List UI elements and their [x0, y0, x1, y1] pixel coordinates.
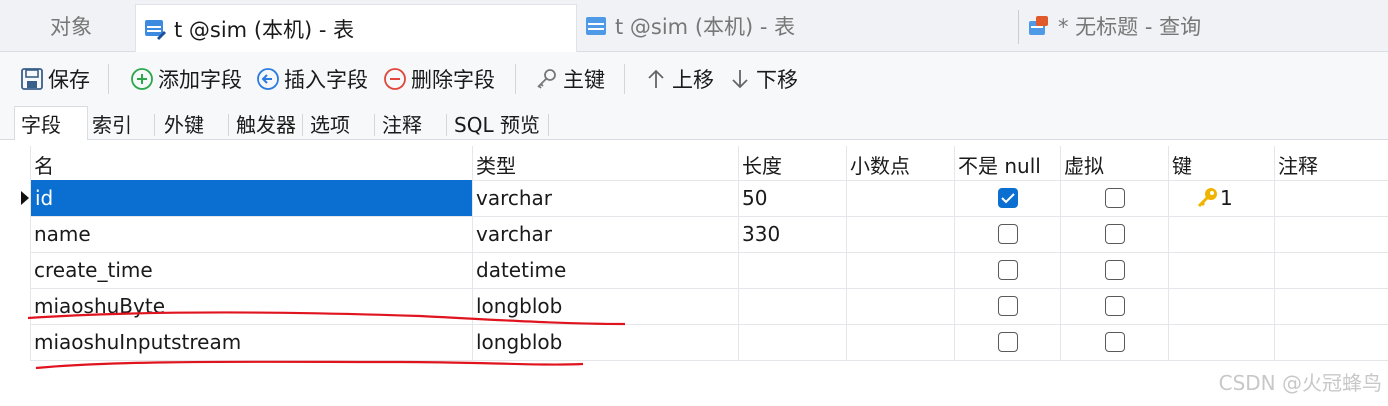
toolbar-divider — [108, 64, 109, 94]
add-field-button[interactable]: 添加字段 — [130, 66, 242, 92]
move-down-button[interactable]: 下移 — [728, 66, 798, 92]
table-icon — [586, 17, 606, 35]
tab-separator — [228, 114, 229, 136]
arrow-down-icon — [732, 70, 748, 89]
delete-field-button[interactable]: 删除字段 — [383, 66, 495, 92]
tab-triggers[interactable]: 触发器 — [230, 106, 296, 140]
save-button[interactable]: 保存 — [20, 66, 90, 92]
tab-separator — [374, 114, 375, 136]
toolbar-divider — [515, 64, 516, 94]
insert-field-button[interactable]: 插入字段 — [256, 66, 368, 92]
save-icon — [21, 68, 43, 90]
key-icon — [537, 69, 556, 89]
tab-objects[interactable]: 对象 — [50, 4, 92, 48]
tab-query[interactable]: * 无标题 - 查询 — [1028, 4, 1201, 48]
tab-separator — [1018, 10, 1019, 44]
toolbar: 保存 添加字段 插入字段 删除字段 主键 上移 下移 — [0, 52, 1388, 104]
tab-label: t @sim (本机) - 表 — [174, 17, 355, 42]
move-up-button[interactable]: 上移 — [644, 66, 714, 92]
tab-separator — [446, 114, 447, 136]
document-tab-bar: 对象 t @sim (本机) - 表 t @sim (本机) - 表 * 无标题… — [0, 0, 1388, 52]
tab-comment[interactable]: 注释 — [376, 106, 422, 140]
arrow-up-icon — [648, 69, 664, 88]
watermark: CSDN @火冠蜂鸟 — [1218, 371, 1382, 395]
toolbar-divider — [624, 64, 625, 94]
tab-indexes[interactable]: 索引 — [86, 106, 132, 140]
minus-circle-icon — [384, 68, 406, 90]
tab-label: t @sim (本机) - 表 — [615, 15, 796, 39]
fields-grid: 名 类型 长度 小数点 不是 null 虚拟 键 注释 id varchar 5… — [0, 140, 1388, 406]
tab-separator — [548, 114, 549, 136]
tab-table-view[interactable]: t @sim (本机) - 表 — [585, 4, 795, 48]
plus-circle-icon — [131, 68, 153, 90]
tab-separator — [154, 114, 155, 136]
insert-arrow-icon — [257, 68, 279, 90]
query-icon — [1029, 16, 1048, 35]
tab-separator — [302, 114, 303, 136]
designer-tabs: 字段 索引 外键 触发器 选项 注释 SQL 预览 — [0, 104, 1388, 140]
tab-table-design-active[interactable]: t @sim (本机) - 表 — [135, 4, 577, 52]
tab-options[interactable]: 选项 — [304, 106, 350, 140]
tab-sql-preview[interactable]: SQL 预览 — [448, 106, 540, 140]
primary-key-button[interactable]: 主键 — [535, 66, 605, 92]
tab-foreign-keys[interactable]: 外键 — [158, 106, 204, 140]
tab-fields[interactable]: 字段 — [14, 106, 88, 140]
tab-label: 对象 — [50, 15, 92, 39]
table-edit-icon — [145, 19, 166, 40]
red-annotation-underlines — [27, 311, 626, 370]
tab-label: * 无标题 - 查询 — [1058, 15, 1202, 39]
